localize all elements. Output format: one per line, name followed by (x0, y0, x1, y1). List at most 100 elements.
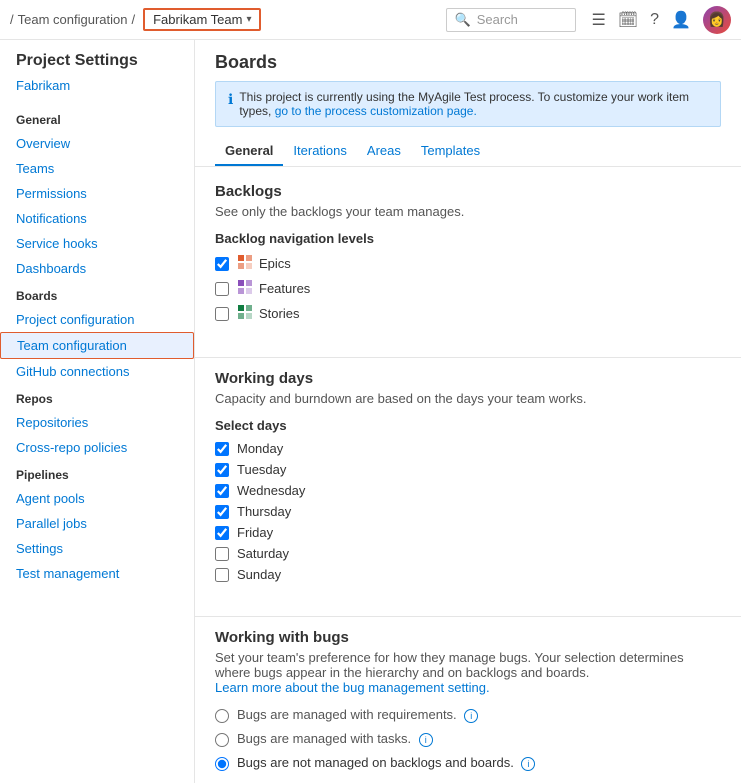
sidebar-brand[interactable]: Fabrikam (0, 78, 194, 105)
divider-2 (195, 616, 741, 617)
calendar-icon[interactable]: 🗓 (618, 10, 638, 30)
info-banner-link[interactable]: go to the process customization page. (275, 104, 477, 118)
sidebar-item-teams[interactable]: Teams (0, 156, 194, 181)
backlogs-section: Backlogs See only the backlogs your team… (195, 167, 741, 345)
help-icon[interactable]: ? (650, 11, 659, 29)
bugs-not-managed-row: Bugs are not managed on backlogs and boa… (215, 755, 721, 771)
epics-icon (237, 254, 253, 273)
topbar: / Team configuration / Fabrikam Team ▾ 🔍… (0, 0, 741, 40)
team-selector[interactable]: Fabrikam Team ▾ (143, 8, 261, 31)
backlogs-desc: See only the backlogs your team manages. (215, 204, 721, 219)
day-tuesday-checkbox[interactable] (215, 463, 229, 477)
day-thursday-label: Thursday (237, 504, 291, 519)
day-thursday-checkbox[interactable] (215, 505, 229, 519)
sidebar-item-team-configuration[interactable]: Team configuration (0, 332, 194, 359)
divider-1 (195, 357, 741, 358)
sidebar-title: Project Settings (0, 52, 194, 78)
day-thursday-row: Thursday (215, 504, 721, 519)
bugs-requirements-row: Bugs are managed with requirements. i (215, 707, 721, 723)
bugs-not-managed-info-icon[interactable]: i (521, 757, 535, 771)
day-wednesday-checkbox[interactable] (215, 484, 229, 498)
backlog-epics-row: Epics (215, 254, 721, 273)
list-icon[interactable]: ☰ (592, 10, 606, 30)
working-days-desc: Capacity and burndown are based on the d… (215, 391, 721, 406)
sidebar-item-github-connections[interactable]: GitHub connections (0, 359, 194, 384)
sidebar-item-project-configuration[interactable]: Project configuration (0, 307, 194, 332)
avatar[interactable]: 👩 (703, 6, 731, 34)
day-saturday-row: Saturday (215, 546, 721, 561)
day-sunday-label: Sunday (237, 567, 281, 582)
day-saturday-checkbox[interactable] (215, 547, 229, 561)
sidebar-item-notifications[interactable]: Notifications (0, 206, 194, 231)
breadcrumb-sep: / (10, 12, 14, 27)
bugs-learn-more-link[interactable]: Learn more about the bug management sett… (215, 680, 490, 695)
day-wednesday-row: Wednesday (215, 483, 721, 498)
working-days-section: Working days Capacity and burndown are b… (195, 370, 741, 604)
main-layout: Project Settings Fabrikam General Overvi… (0, 40, 741, 783)
breadcrumb-current: Team configuration (18, 12, 128, 27)
backlog-epics-checkbox[interactable] (215, 257, 229, 271)
bugs-tasks-info-icon[interactable]: i (419, 733, 433, 747)
search-placeholder: Search (477, 12, 518, 27)
select-days-label: Select days (215, 418, 721, 433)
day-monday-checkbox[interactable] (215, 442, 229, 456)
stories-icon (237, 304, 253, 323)
sidebar-item-overview[interactable]: Overview (0, 131, 194, 156)
backlog-features-checkbox[interactable] (215, 282, 229, 296)
topbar-icons: ☰ 🗓 ? 👤 👩 (592, 6, 731, 34)
backlog-features-row: Features (215, 279, 721, 298)
search-box[interactable]: 🔍 Search (446, 8, 576, 32)
sidebar-section-boards: Boards (0, 281, 194, 307)
bugs-requirements-radio[interactable] (215, 709, 229, 723)
sidebar-item-settings[interactable]: Settings (0, 536, 194, 561)
tab-areas[interactable]: Areas (357, 137, 411, 166)
bugs-desc: Set your team's preference for how they … (215, 650, 721, 695)
backlog-features-label: Features (237, 279, 310, 298)
sidebar-item-permissions[interactable]: Permissions (0, 181, 194, 206)
sidebar-item-agent-pools[interactable]: Agent pools (0, 486, 194, 511)
info-icon: ℹ (228, 91, 233, 108)
sidebar-item-dashboards[interactable]: Dashboards (0, 256, 194, 281)
day-saturday-label: Saturday (237, 546, 289, 561)
content-area: Boards ℹ This project is currently using… (195, 40, 741, 783)
backlog-stories-checkbox[interactable] (215, 307, 229, 321)
backlog-epics-label: Epics (237, 254, 291, 273)
bugs-title: Working with bugs (215, 629, 721, 646)
sidebar-item-service-hooks[interactable]: Service hooks (0, 231, 194, 256)
sidebar-section-general: General (0, 105, 194, 131)
bugs-tasks-radio[interactable] (215, 733, 229, 747)
day-monday-label: Monday (237, 441, 283, 456)
sidebar: Project Settings Fabrikam General Overvi… (0, 40, 195, 783)
chevron-down-icon: ▾ (246, 14, 251, 25)
breadcrumb: / Team configuration / (10, 12, 135, 27)
day-sunday-checkbox[interactable] (215, 568, 229, 582)
tabs-bar: General Iterations Areas Templates (195, 137, 741, 167)
features-icon (237, 279, 253, 298)
search-icon: 🔍 (455, 12, 471, 28)
tab-general[interactable]: General (215, 137, 283, 166)
working-days-title: Working days (215, 370, 721, 387)
working-with-bugs-section: Working with bugs Set your team's prefer… (195, 629, 741, 783)
info-banner: ℹ This project is currently using the My… (215, 81, 721, 127)
sidebar-item-repositories[interactable]: Repositories (0, 410, 194, 435)
bugs-tasks-row: Bugs are managed with tasks. i (215, 731, 721, 747)
sidebar-item-cross-repo-policies[interactable]: Cross-repo policies (0, 435, 194, 460)
backlog-stories-label: Stories (237, 304, 299, 323)
sidebar-section-pipelines: Pipelines (0, 460, 194, 486)
backlog-nav-levels-title: Backlog navigation levels (215, 231, 721, 246)
backlog-stories-row: Stories (215, 304, 721, 323)
day-friday-label: Friday (237, 525, 273, 540)
sidebar-item-test-management[interactable]: Test management (0, 561, 194, 586)
team-selector-label: Fabrikam Team (153, 12, 242, 27)
bugs-requirements-info-icon[interactable]: i (464, 709, 478, 723)
tab-iterations[interactable]: Iterations (283, 137, 356, 166)
bugs-not-managed-radio[interactable] (215, 757, 229, 771)
day-friday-checkbox[interactable] (215, 526, 229, 540)
info-banner-text: This project is currently using the MyAg… (239, 90, 708, 118)
boards-header: Boards ℹ This project is currently using… (195, 40, 741, 127)
backlogs-title: Backlogs (215, 183, 721, 200)
sidebar-item-parallel-jobs[interactable]: Parallel jobs (0, 511, 194, 536)
person-icon[interactable]: 👤 (671, 10, 691, 30)
bugs-tasks-label: Bugs are managed with tasks. i (237, 731, 433, 747)
tab-templates[interactable]: Templates (411, 137, 490, 166)
